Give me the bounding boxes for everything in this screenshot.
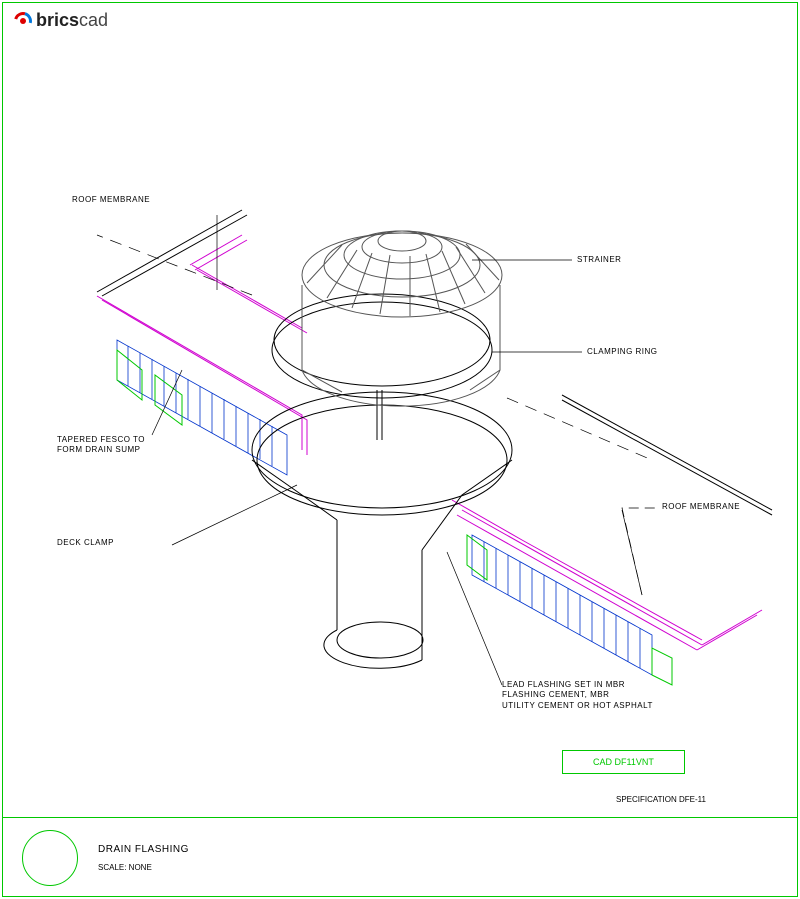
drawing-scale: SCALE: NONE bbox=[98, 863, 189, 872]
callout-clamping-ring: CLAMPING RING bbox=[587, 347, 658, 357]
bricscad-logo-icon bbox=[14, 12, 32, 30]
title-circle-icon bbox=[22, 830, 78, 886]
callout-roof-membrane-right: ROOF MEMBRANE bbox=[662, 502, 740, 512]
callout-strainer: STRAINER bbox=[577, 255, 621, 265]
brand-suffix: cad bbox=[79, 10, 108, 30]
spec-label: SPECIFICATION DFE-11 bbox=[616, 795, 706, 804]
bricscad-logo-text: bricscad bbox=[36, 10, 108, 31]
callout-deck-clamp: DECK CLAMP bbox=[57, 538, 114, 548]
file-label-text: CAD DF11VNT bbox=[593, 757, 654, 767]
callout-lead-flashing: LEAD FLASHING SET IN MBR FLASHING CEMENT… bbox=[502, 680, 653, 711]
brand-prefix: brics bbox=[36, 10, 79, 30]
drain-flashing-drawing bbox=[2, 40, 798, 810]
bricscad-logo: bricscad bbox=[14, 10, 108, 31]
callout-tapered-fesco: TAPERED FESCO TO FORM DRAIN SUMP bbox=[57, 435, 145, 456]
title-block: DRAIN FLASHING SCALE: NONE bbox=[2, 817, 798, 897]
drawing-title: DRAIN FLASHING bbox=[98, 844, 189, 855]
drawing-canvas: ROOF MEMBRANE STRAINER CLAMPING RING ROO… bbox=[2, 40, 798, 810]
callout-roof-membrane-left: ROOF MEMBRANE bbox=[72, 195, 150, 205]
file-label-box: CAD DF11VNT bbox=[562, 750, 685, 774]
